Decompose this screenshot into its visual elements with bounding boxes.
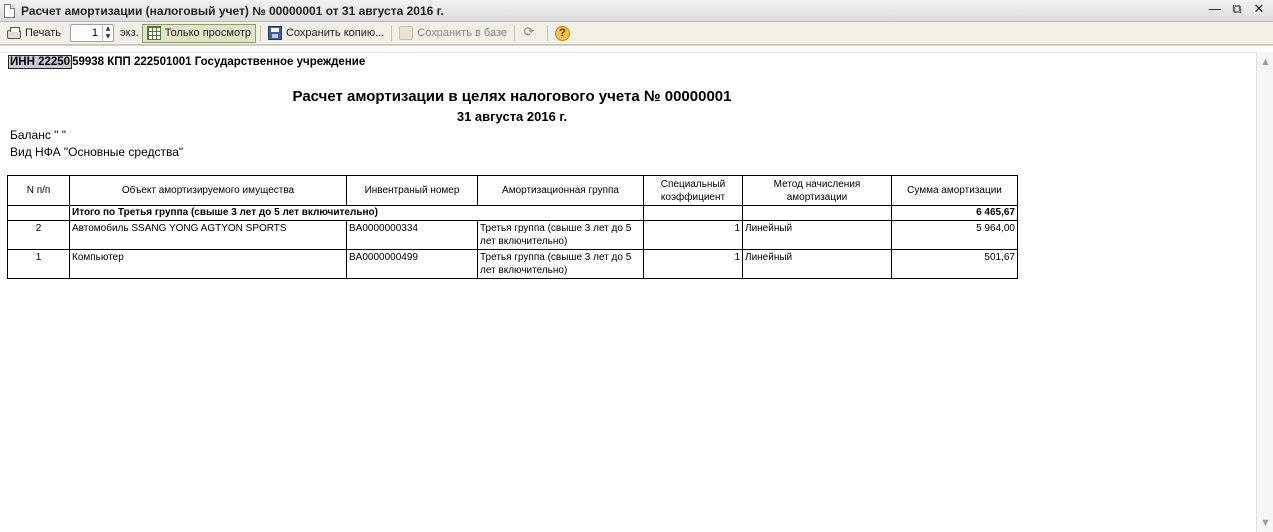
stepper-up-icon[interactable]: ▲	[103, 25, 113, 33]
depreciation-method[interactable]: Линейный	[742, 249, 892, 279]
report-sheet[interactable]: ИНН 22250 59938 КПП 222501001 Государстве…	[0, 45, 1273, 532]
column-header: Сумма амортизации	[891, 175, 1018, 206]
special-coefficient[interactable]: 1	[643, 220, 743, 250]
refresh-button[interactable]: ⟳	[519, 24, 543, 43]
stepper-down-icon[interactable]: ▼	[103, 33, 113, 41]
depreciation-table: N п/п Объект амортизируемого имущества И…	[7, 175, 1018, 279]
print-button[interactable]: Печать	[4, 24, 64, 43]
view-only-label: Только просмотр	[164, 27, 251, 39]
minimize-button[interactable]: —	[1207, 2, 1223, 18]
column-header: Амортизационная группа	[477, 175, 644, 206]
asset-name[interactable]: Компьютер	[69, 249, 347, 279]
window-title: Расчет амортизации (налоговый учет) № 00…	[21, 3, 444, 18]
save-in-db-button[interactable]: Сохранить в базе	[396, 24, 510, 43]
scroll-up-icon[interactable]: ▲	[1260, 56, 1271, 67]
stepper-arrows[interactable]: ▲ ▼	[102, 25, 113, 41]
copies-unit: экз.	[120, 27, 139, 39]
toolbar-separator	[391, 25, 393, 41]
report-date: 31 августа 2016 г.	[456, 109, 568, 124]
depreciation-method[interactable]: Линейный	[742, 220, 892, 250]
inventory-number[interactable]: BA0000000499	[346, 249, 478, 279]
depreciation-group[interactable]: Третья группа (свыше 3 лет до 5 лет вклю…	[477, 220, 644, 250]
toolbar: Печать 1 ▲ ▼ экз. Только просмотр Сохран…	[0, 22, 1273, 45]
close-button[interactable]: ✕	[1251, 2, 1267, 18]
printer-icon	[7, 27, 21, 39]
save-copy-label: Сохранить копию...	[285, 27, 385, 39]
help-button[interactable]: ?	[552, 24, 573, 43]
table-row: 1 Компьютер BA0000000499 Третья группа (…	[7, 249, 1018, 279]
document-icon	[4, 3, 15, 18]
window-controls: — ⧉ ✕	[1207, 2, 1267, 18]
save-in-db-label: Сохранить в базе	[417, 27, 507, 39]
special-coefficient[interactable]: 1	[643, 249, 743, 279]
table-cell[interactable]	[643, 205, 743, 221]
toolbar-separator	[546, 25, 548, 41]
organization-line: ИНН 22250 59938 КПП 222501001 Государстве…	[8, 55, 366, 69]
refresh-icon: ⟳	[523, 25, 535, 40]
column-header: Специальный коэффициент	[643, 175, 743, 206]
table-row: 2 Автомобиль SSANG YONG AGTYON SPORTS BA…	[7, 220, 1018, 250]
restore-button[interactable]: ⧉	[1229, 2, 1245, 18]
asset-name[interactable]: Автомобиль SSANG YONG AGTYON SPORTS	[69, 220, 347, 250]
scroll-down-icon[interactable]: ▼	[1260, 517, 1271, 528]
view-only-button[interactable]: Только просмотр	[141, 23, 256, 43]
column-header: N п/п	[7, 175, 70, 206]
selected-cell-text[interactable]: ИНН 22250	[8, 55, 73, 69]
group-total[interactable]: 6 465,67	[891, 205, 1018, 221]
table-cell[interactable]	[742, 205, 892, 221]
help-icon: ?	[554, 25, 570, 41]
column-header: Метод начисления амортизации	[742, 175, 892, 206]
table-cell[interactable]	[7, 205, 70, 221]
vertical-scrollbar[interactable]: ▲ ▼	[1256, 52, 1273, 532]
table-header-row: N п/п Объект амортизируемого имущества И…	[7, 175, 1018, 206]
row-number[interactable]: 1	[7, 249, 70, 279]
inventory-number[interactable]: BA0000000334	[346, 220, 478, 250]
copies-value: 1	[91, 27, 99, 39]
report-title: Расчет амортизации в целях налогового уч…	[292, 88, 732, 105]
floppy-disk-icon	[267, 26, 282, 40]
depreciation-amount[interactable]: 501,67	[891, 249, 1018, 279]
table-edit-icon	[146, 26, 161, 40]
nfa-type-label: Вид НФА "Основные средства"	[10, 145, 184, 159]
save-copy-button[interactable]: Сохранить копию...	[265, 24, 387, 43]
balance-label: Баланс " "	[10, 128, 67, 142]
toolbar-separator	[259, 25, 261, 41]
depreciation-group[interactable]: Третья группа (свыше 3 лет до 5 лет вклю…	[477, 249, 644, 279]
column-header: Инвентраный номер	[346, 175, 478, 206]
group-total-row: Итого по Третья группа (свыше 3 лет до 5…	[7, 205, 1018, 221]
column-header: Объект амортизируемого имущества	[69, 175, 347, 206]
window-title-bar: Расчет амортизации (налоговый учет) № 00…	[0, 0, 1273, 22]
copies-stepper[interactable]: 1 ▲ ▼	[70, 24, 115, 42]
row-number[interactable]: 2	[7, 220, 70, 250]
page-edge	[0, 52, 1256, 53]
print-label: Печать	[25, 27, 62, 39]
toolbar-separator	[513, 25, 515, 41]
organization-text: 59938 КПП 222501001 Государственное учре…	[72, 56, 366, 68]
group-label[interactable]: Итого по Третья группа (свыше 3 лет до 5…	[69, 205, 644, 221]
depreciation-amount[interactable]: 5 964,00	[891, 220, 1018, 250]
database-icon	[399, 26, 414, 40]
